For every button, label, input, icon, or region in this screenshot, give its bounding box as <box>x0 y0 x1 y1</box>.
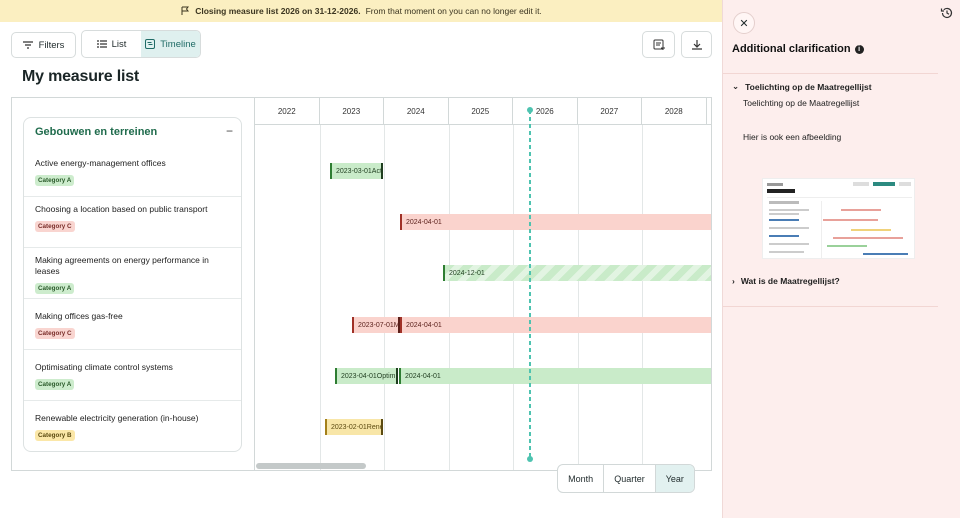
download-button[interactable] <box>681 31 712 58</box>
group-title: Gebouwen en terreinen <box>35 126 158 138</box>
clarification-text: Hier is ook een afbeelding <box>743 132 842 142</box>
clarification-image <box>762 178 915 259</box>
measure-name: Active energy-management offices <box>35 158 166 168</box>
page-title: My measure list <box>22 68 140 85</box>
category-badge: Category A <box>35 175 75 186</box>
timeline-view-label: Timeline <box>160 38 196 50</box>
measure-row[interactable]: Choosing a location based on public tran… <box>24 196 241 247</box>
close-panel-button[interactable]: ✕ <box>733 12 755 34</box>
year-label: 2028 <box>642 98 707 125</box>
collapse-group-button[interactable]: − <box>226 124 233 138</box>
measure-list-column: Gebouwen en terreinen − Active energy-ma… <box>12 98 255 470</box>
list-view-label: List <box>111 38 127 50</box>
measure-bar[interactable]: 2023-03-01Act <box>330 163 383 179</box>
list-icon <box>96 40 107 48</box>
accordion-wat-is[interactable]: › Wat is de Maatregellijst? <box>732 276 840 286</box>
measure-bar[interactable]: 2023-07-01M <box>352 317 400 333</box>
timeline-area: 2022 2023 2024 2025 2026 2027 2028 2023-… <box>255 98 711 470</box>
year-label: 2022 <box>255 98 320 125</box>
flag-icon <box>181 6 190 15</box>
list-view-button[interactable]: List <box>82 31 141 57</box>
year-label: 2025 <box>449 98 513 125</box>
panel-title-text: Additional clarification <box>732 43 851 55</box>
banner-bold-text: Closing measure list 2026 on 31-12-2026. <box>195 6 361 16</box>
history-icon[interactable] <box>940 6 954 20</box>
measure-name: Optimisating climate control systems <box>35 362 173 372</box>
zoom-quarter-button[interactable]: Quarter <box>604 465 656 492</box>
filter-icon <box>22 41 33 49</box>
zoom-year-button[interactable]: Year <box>655 465 694 492</box>
measure-bar[interactable]: 2023-04-01Optim <box>335 368 398 384</box>
year-label: 2024 <box>384 98 449 125</box>
year-gridline <box>577 125 579 470</box>
measure-row[interactable]: Making offices gas-free Category C <box>24 298 241 349</box>
measure-bar[interactable]: 2023-02-01Rene <box>325 419 383 435</box>
banner-text: From that moment on you can no longer ed… <box>365 6 542 16</box>
close-icon: ✕ <box>739 17 749 30</box>
year-gridline <box>513 125 514 470</box>
measure-row[interactable]: Making agreements on energy performance … <box>24 247 241 298</box>
measure-name: Making offices gas-free <box>35 311 123 321</box>
horizontal-scrollbar[interactable] <box>256 463 366 469</box>
export-report-button[interactable] <box>642 31 675 58</box>
divider <box>723 306 938 307</box>
measure-bar[interactable]: 2024-04-01 <box>399 368 711 384</box>
measure-bar[interactable]: 2024-12-01 <box>443 265 711 281</box>
year-gridline <box>384 125 385 470</box>
measure-row[interactable]: Renewable electricity generation (in-hou… <box>24 400 241 451</box>
measure-name: Renewable electricity generation (in-hou… <box>35 413 199 423</box>
report-icon <box>653 39 665 50</box>
category-badge: Category C <box>35 221 75 232</box>
measure-name: Choosing a location based on public tran… <box>35 204 208 214</box>
measure-bar[interactable]: 2024-04-01 <box>400 214 711 230</box>
view-switch: List Timeline <box>81 30 201 58</box>
zoom-month-button[interactable]: Month <box>558 465 605 492</box>
closing-banner: Closing measure list 2026 on 31-12-2026.… <box>0 0 722 22</box>
measure-row[interactable]: Optimisating climate control systems Cat… <box>24 349 241 400</box>
filters-label: Filters <box>38 39 65 51</box>
accordion-label: Toelichting op de Maatregellijst <box>745 81 872 92</box>
info-icon: i <box>854 44 864 54</box>
screenshot-thumbnail <box>763 179 914 258</box>
timeline-icon <box>145 39 156 49</box>
zoom-switch: Month Quarter Year <box>557 464 695 493</box>
category-badge: Category B <box>35 430 75 441</box>
year-gridline <box>319 125 321 470</box>
measure-group: Gebouwen en terreinen − Active energy-ma… <box>23 117 242 452</box>
year-header: 2022 2023 2024 2025 2026 2027 2028 <box>255 98 711 125</box>
timeline-view-button[interactable]: Timeline <box>141 31 200 57</box>
today-line <box>529 110 531 460</box>
measure-name: Making agreements on energy performance … <box>35 255 209 276</box>
category-badge: Category C <box>35 328 75 339</box>
accordion-label: Wat is de Maatregellijst? <box>740 276 840 286</box>
divider <box>723 73 938 74</box>
measure-bar[interactable]: 2024-04-01 <box>400 317 711 333</box>
panel-title: Additional clarification i <box>732 43 864 55</box>
year-label: 2026 <box>513 98 578 125</box>
today-marker-bottom <box>527 456 533 462</box>
year-label: 2027 <box>578 98 642 125</box>
year-gridline <box>642 125 643 470</box>
category-badge: Category A <box>35 379 75 390</box>
download-icon <box>691 39 702 50</box>
year-gridline <box>448 125 450 470</box>
year-label: 2023 <box>320 98 384 125</box>
chevron-down-icon: ⌄ <box>732 81 740 91</box>
clarification-text: Toelichting op de Maatregellijst <box>743 98 860 108</box>
gantt-chart: Gebouwen en terreinen − Active energy-ma… <box>11 97 712 471</box>
measure-row[interactable]: Active energy-management offices Categor… <box>24 148 241 196</box>
accordion-toelichting[interactable]: ⌄ Toelichting op de Maatregellijst <box>732 81 872 92</box>
category-badge: Category A <box>35 283 75 294</box>
clarification-panel: ✕ Additional clarification i ⌄ Toelichti… <box>722 0 960 518</box>
filters-button[interactable]: Filters <box>11 32 76 58</box>
chevron-right-icon: › <box>732 276 735 286</box>
